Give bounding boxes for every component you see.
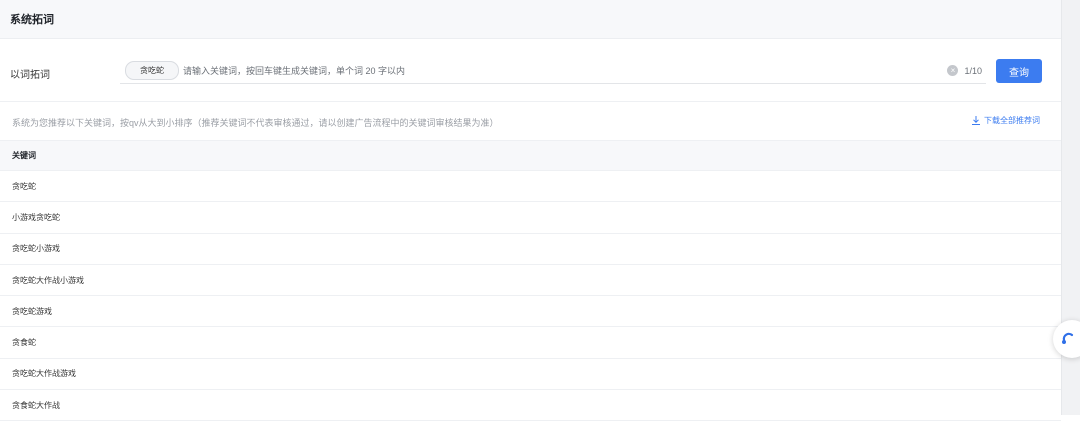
table-header: 关键词 bbox=[0, 140, 1061, 171]
hint-text: 系统为您推荐以下关键词，按qv从大到小排序（推荐关键词不代表审核通过，请以创建广… bbox=[12, 118, 499, 128]
keyword-cell: 贪吃蛇大作战游戏 bbox=[12, 369, 76, 379]
keyword-cell: 贪食蛇大作战 bbox=[12, 400, 60, 410]
page-header: 系统拓词 bbox=[0, 0, 1061, 39]
hint-row: 系统为您推荐以下关键词，按qv从大到小排序（推荐关键词不代表审核通过，请以创建广… bbox=[0, 102, 1061, 140]
keyword-cell: 小游戏贪吃蛇 bbox=[12, 212, 60, 222]
download-all-link[interactable]: 下载全部推荐词 bbox=[971, 115, 1040, 126]
table-row: 贪吃蛇大作战小游戏 bbox=[0, 265, 1061, 297]
clear-icon[interactable]: × bbox=[947, 65, 959, 76]
column-header-keyword: 关键词 bbox=[12, 151, 36, 160]
keyword-counter: 1/10 bbox=[964, 65, 982, 76]
table-row: 贪吃蛇大作战游戏 bbox=[0, 359, 1061, 391]
page: 系统拓词 以词拓词 贪吃蛇 × 1/10 查询 系统为您推荐以下关键词，按qv从… bbox=[0, 0, 1061, 421]
query-button[interactable]: 查询 bbox=[996, 59, 1042, 83]
keyword-input[interactable] bbox=[183, 60, 948, 81]
table-row: 贪吃蛇 bbox=[0, 171, 1061, 203]
keyword-input-box[interactable]: 贪吃蛇 × 1/10 bbox=[120, 58, 986, 84]
search-row: 以词拓词 贪吃蛇 × 1/10 查询 bbox=[0, 40, 1061, 102]
download-icon bbox=[972, 116, 980, 125]
keyword-cell: 贪食蛇 bbox=[12, 338, 36, 348]
table-row: 贪吃蛇小游戏 bbox=[0, 234, 1061, 265]
table-row: 贪食蛇大作战 bbox=[0, 390, 1061, 421]
keyword-cell: 贪吃蛇游戏 bbox=[12, 306, 52, 316]
keyword-cell: 贪吃蛇 bbox=[12, 181, 36, 191]
download-all-label: 下载全部推荐词 bbox=[984, 116, 1040, 125]
keyword-cell: 贪吃蛇小游戏 bbox=[12, 244, 60, 254]
table-row: 小游戏贪吃蛇 bbox=[0, 202, 1061, 234]
table-row: 贪食蛇 bbox=[0, 327, 1061, 359]
keyword-tag[interactable]: 贪吃蛇 bbox=[125, 61, 179, 80]
table-row: 贪吃蛇游戏 bbox=[0, 296, 1061, 328]
keyword-table: 关键词 贪吃蛇 小游戏贪吃蛇 贪吃蛇小游戏 贪吃蛇大作战小游戏 贪吃蛇游戏 贪食… bbox=[0, 140, 1061, 421]
page-title: 系统拓词 bbox=[10, 14, 54, 26]
keyword-cell: 贪吃蛇大作战小游戏 bbox=[12, 275, 84, 285]
search-label: 以词拓词 bbox=[10, 70, 50, 81]
support-icon bbox=[1062, 332, 1074, 344]
